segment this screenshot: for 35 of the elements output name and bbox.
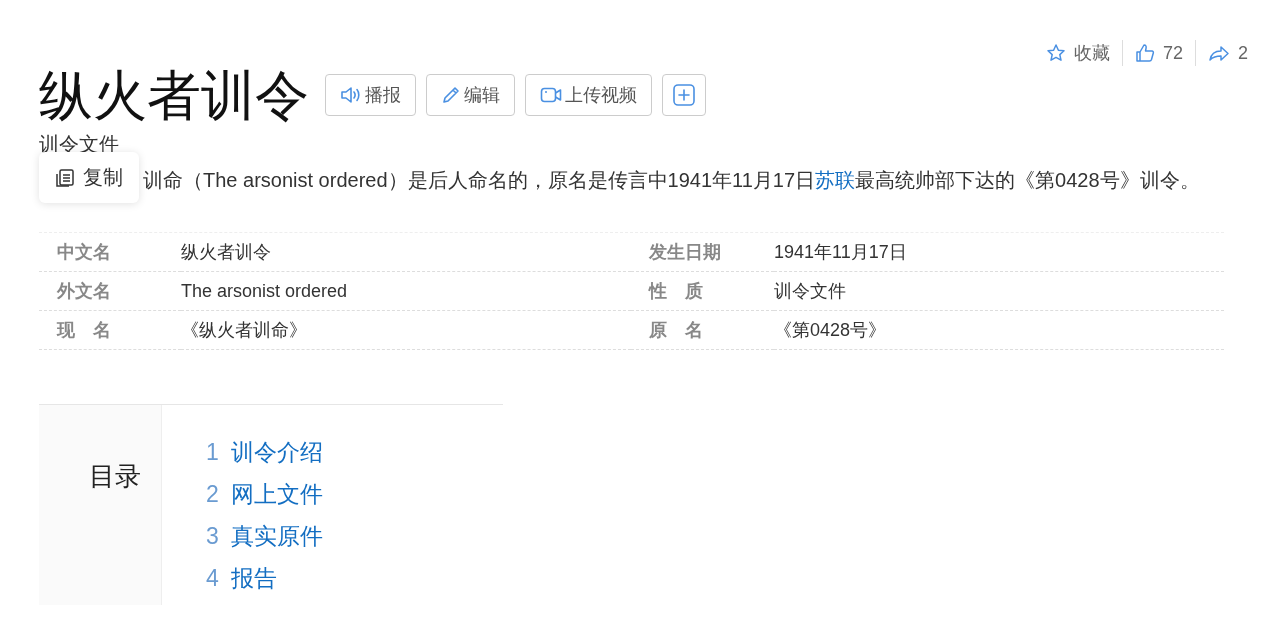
share-arrow-icon: [1208, 43, 1230, 63]
plus-icon: [672, 83, 696, 107]
field-label: 性 质: [649, 281, 703, 301]
field-value: 1941年11月17日: [774, 242, 907, 262]
link[interactable]: 苏联: [815, 169, 856, 191]
speaker-icon: [340, 85, 362, 105]
field-label: 发生日期: [649, 242, 721, 262]
like-link[interactable]: 72: [1122, 42, 1195, 64]
field-label: 现 名: [57, 320, 111, 340]
share-link[interactable]: 2: [1196, 42, 1248, 64]
video-camera-icon: [540, 85, 562, 105]
toc-link[interactable]: 1 训令介绍: [206, 431, 323, 473]
favorite-link[interactable]: 收藏: [1033, 41, 1122, 65]
field-value: 训令文件: [774, 281, 846, 301]
toc-link[interactable]: 3 真实原件: [206, 515, 323, 557]
field-value: 《第0428号》: [774, 320, 887, 340]
field-label: 原 名: [649, 320, 703, 340]
thumbs-up-icon: [1134, 43, 1155, 63]
field-value: 纵火者训令: [181, 242, 271, 262]
page-title: 纵火者训令: [39, 64, 309, 127]
edit-button[interactable]: 编辑: [426, 74, 515, 116]
field-value: The arsonist ordered: [181, 281, 348, 301]
upload-video-button[interactable]: 上传视频: [525, 74, 652, 116]
field-label: 中文名: [57, 242, 111, 262]
star-icon: [1045, 43, 1066, 63]
toc-link[interactable]: 4 报告: [206, 557, 277, 599]
read-aloud-button[interactable]: 播报: [325, 74, 416, 116]
copy-icon: [55, 167, 75, 188]
field-value: 《纵火者训命》: [181, 320, 307, 340]
copy-button[interactable]: 复制: [39, 152, 139, 203]
toc-link[interactable]: 2 网上文件: [206, 473, 323, 515]
toc-title: 目录: [89, 460, 141, 491]
field-label: 外文名: [57, 281, 111, 301]
pencil-icon: [441, 85, 461, 105]
add-button[interactable]: [662, 74, 706, 116]
